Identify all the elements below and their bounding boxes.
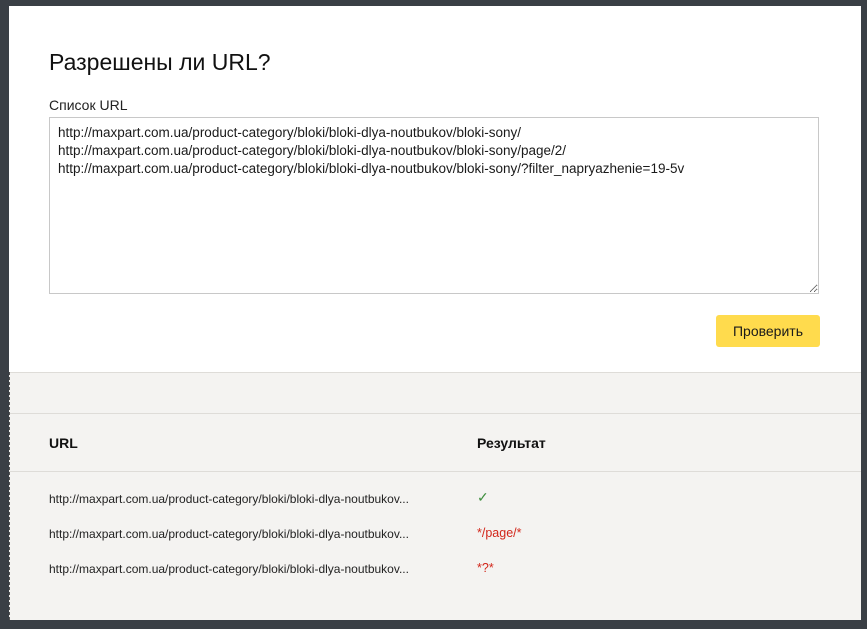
table-row: http://maxpart.com.ua/product-category/b…: [9, 556, 861, 586]
blocking-rule: *?*: [477, 561, 494, 575]
row-url: http://maxpart.com.ua/product-category/b…: [49, 562, 409, 576]
url-input-section: Разрешены ли URL? Список URL Проверить: [9, 6, 861, 372]
check-button[interactable]: Проверить: [716, 315, 820, 347]
row-url: http://maxpart.com.ua/product-category/b…: [49, 527, 409, 541]
results-section: URL Результат http://maxpart.com.ua/prod…: [9, 372, 861, 620]
table-row: http://maxpart.com.ua/product-category/b…: [9, 486, 861, 516]
url-check-panel: Разрешены ли URL? Список URL Проверить U…: [9, 6, 861, 620]
page-title: Разрешены ли URL?: [49, 49, 271, 75]
table-row: http://maxpart.com.ua/product-category/b…: [9, 521, 861, 551]
row-url: http://maxpart.com.ua/product-category/b…: [49, 492, 409, 506]
column-header-url: URL: [49, 435, 78, 451]
results-table-header: URL Результат: [9, 413, 861, 472]
column-header-result: Результат: [477, 435, 546, 451]
url-list-textarea[interactable]: [49, 117, 819, 294]
dashed-divider: [9, 372, 10, 620]
url-list-label: Список URL: [49, 97, 128, 113]
check-mark-icon: ✓: [477, 489, 489, 505]
blocking-rule: */page/*: [477, 526, 522, 540]
